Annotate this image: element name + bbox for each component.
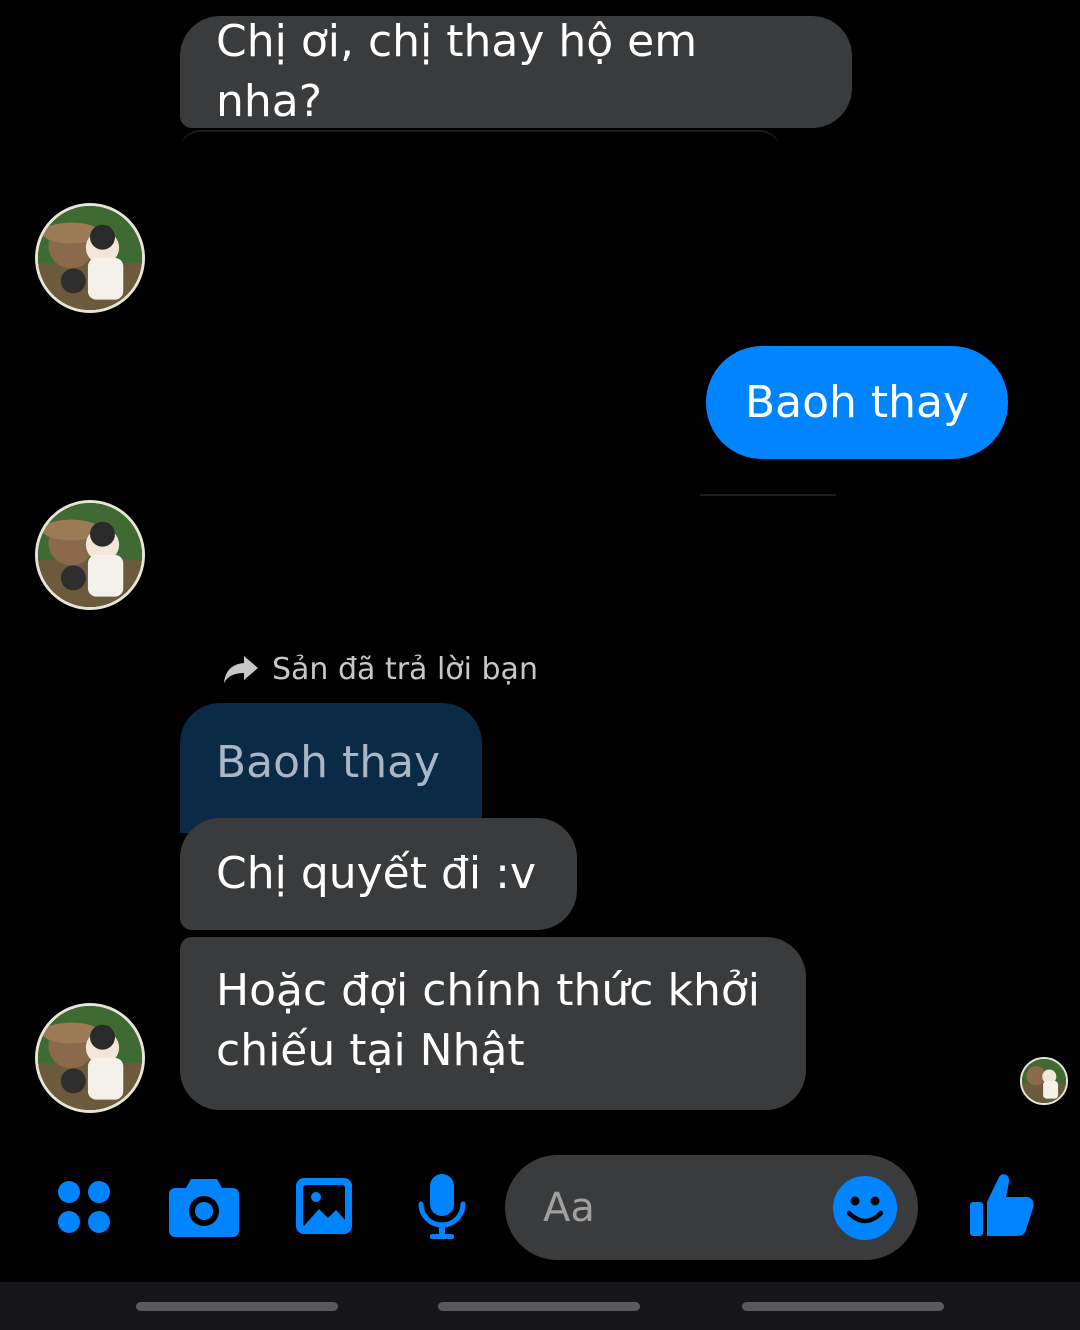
message-bubble-sent[interactable]: Baoh thay: [706, 346, 1008, 459]
image-icon[interactable]: [292, 1172, 356, 1240]
chat-screen: Chị ơi, chị thay hộ em nha? Baoh thay Sả…: [0, 0, 1080, 1330]
microphone-icon[interactable]: [412, 1170, 472, 1244]
message-input-container[interactable]: [505, 1155, 918, 1260]
message-input[interactable]: [541, 1183, 825, 1232]
avatar-image: [1022, 1059, 1066, 1103]
seen-receipt-avatar: [1020, 1057, 1068, 1105]
contact-avatar[interactable]: [35, 203, 145, 313]
message-bubble-received[interactable]: Hoặc đợi chính thức khởi chiếu tại Nhật: [180, 937, 806, 1110]
avatar-image: [38, 206, 142, 310]
thumbs-up-icon[interactable]: [966, 1170, 1038, 1242]
composer-bar: [0, 1150, 1080, 1270]
reply-indicator: Sản đã trả lời bạn: [222, 648, 538, 690]
nav-back-button[interactable]: [742, 1302, 944, 1311]
camera-icon[interactable]: [168, 1172, 240, 1240]
contact-avatar[interactable]: [35, 500, 145, 610]
system-navigation-bar: [0, 1282, 1080, 1330]
reply-arrow-icon: [224, 656, 258, 683]
message-bubble-received[interactable]: Chị quyết đi :v: [180, 818, 577, 930]
redacted-area: [180, 130, 780, 158]
emoji-icon[interactable]: [832, 1175, 898, 1241]
avatar-image: [38, 503, 142, 607]
reply-indicator-label: Sản đã trả lời bạn: [272, 651, 538, 687]
redacted-area: [700, 494, 836, 496]
quoted-message[interactable]: Baoh thay: [180, 703, 482, 833]
nav-home-button[interactable]: [438, 1302, 640, 1311]
message-bubble-received[interactable]: Chị ơi, chị thay hộ em nha?: [180, 16, 852, 128]
contact-avatar[interactable]: [35, 1003, 145, 1113]
avatar-image: [38, 1006, 142, 1110]
nav-recents-button[interactable]: [136, 1302, 338, 1311]
apps-grid-icon[interactable]: [52, 1175, 116, 1239]
